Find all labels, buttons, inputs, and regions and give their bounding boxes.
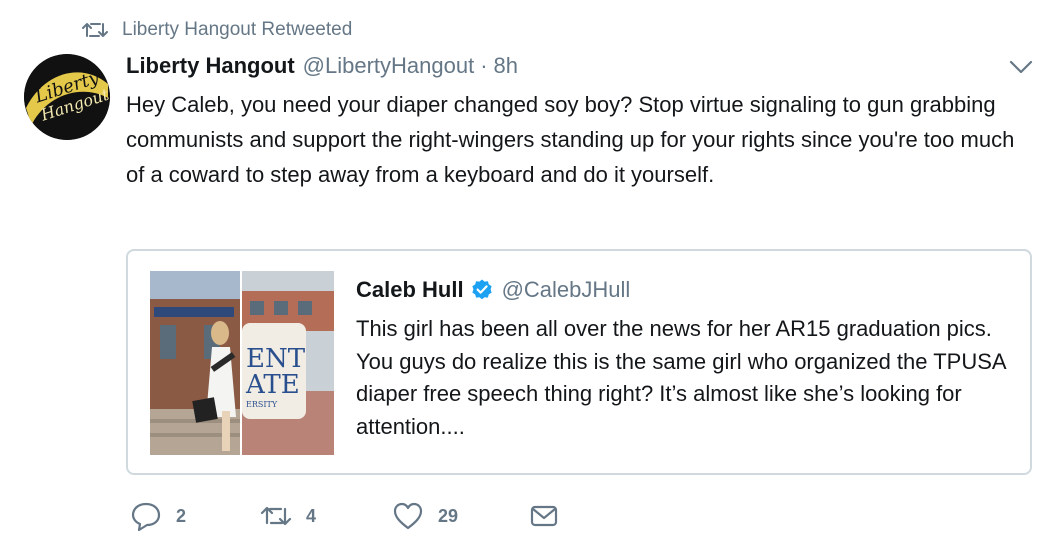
quoted-author-name[interactable]: Caleb Hull <box>356 277 464 303</box>
separator-dot: · <box>480 53 488 78</box>
direct-message-button[interactable] <box>528 501 560 531</box>
retweet-context-label[interactable]: Liberty Hangout Retweeted <box>122 19 352 41</box>
retweet-context: Liberty Hangout Retweeted <box>82 16 352 44</box>
quoted-tweet-image[interactable]: ENT ATE ERSITY <box>150 271 334 455</box>
tweet-actions: 2 4 29 <box>130 498 560 534</box>
reply-icon <box>131 502 161 531</box>
reply-button[interactable]: 2 <box>130 501 186 531</box>
like-count: 29 <box>438 505 459 526</box>
retweet-button[interactable]: 4 <box>260 501 316 531</box>
tweet-timestamp[interactable]: 8h <box>494 53 518 79</box>
author-name[interactable]: Liberty Hangout <box>126 53 295 79</box>
svg-text:ATE: ATE <box>245 370 300 400</box>
retweet-icon <box>260 506 292 526</box>
chevron-down-icon[interactable] <box>1008 58 1034 76</box>
graduation-photo: ENT ATE ERSITY <box>150 271 334 455</box>
reply-count: 2 <box>176 505 187 526</box>
svg-text:ERSITY: ERSITY <box>246 400 278 409</box>
quoted-tweet-text: This girl has been all over the news for… <box>356 316 1006 439</box>
quoted-author-handle[interactable]: @CalebJHull <box>502 277 631 303</box>
quoted-tweet[interactable]: ENT ATE ERSITY Caleb Hull @CalebJHull Th… <box>126 249 1032 475</box>
verified-badge-icon <box>471 279 492 300</box>
envelope-icon <box>530 505 558 527</box>
tweet-header: Liberty Hangout @LibertyHangout · 8h <box>126 50 1032 82</box>
avatar[interactable]: Liberty Hangout <box>24 54 110 140</box>
liberty-hangout-logo: Liberty Hangout <box>24 54 110 140</box>
retweet-icon <box>82 23 108 37</box>
like-button[interactable]: 29 <box>392 501 458 531</box>
retweet-count: 4 <box>306 505 317 526</box>
quoted-tweet-header: Caleb Hull @CalebJHull <box>356 275 630 305</box>
tweet-text: Hey Caleb, you need your diaper changed … <box>126 92 1015 187</box>
author-handle[interactable]: @LibertyHangout <box>303 53 475 79</box>
heart-icon <box>393 502 423 530</box>
